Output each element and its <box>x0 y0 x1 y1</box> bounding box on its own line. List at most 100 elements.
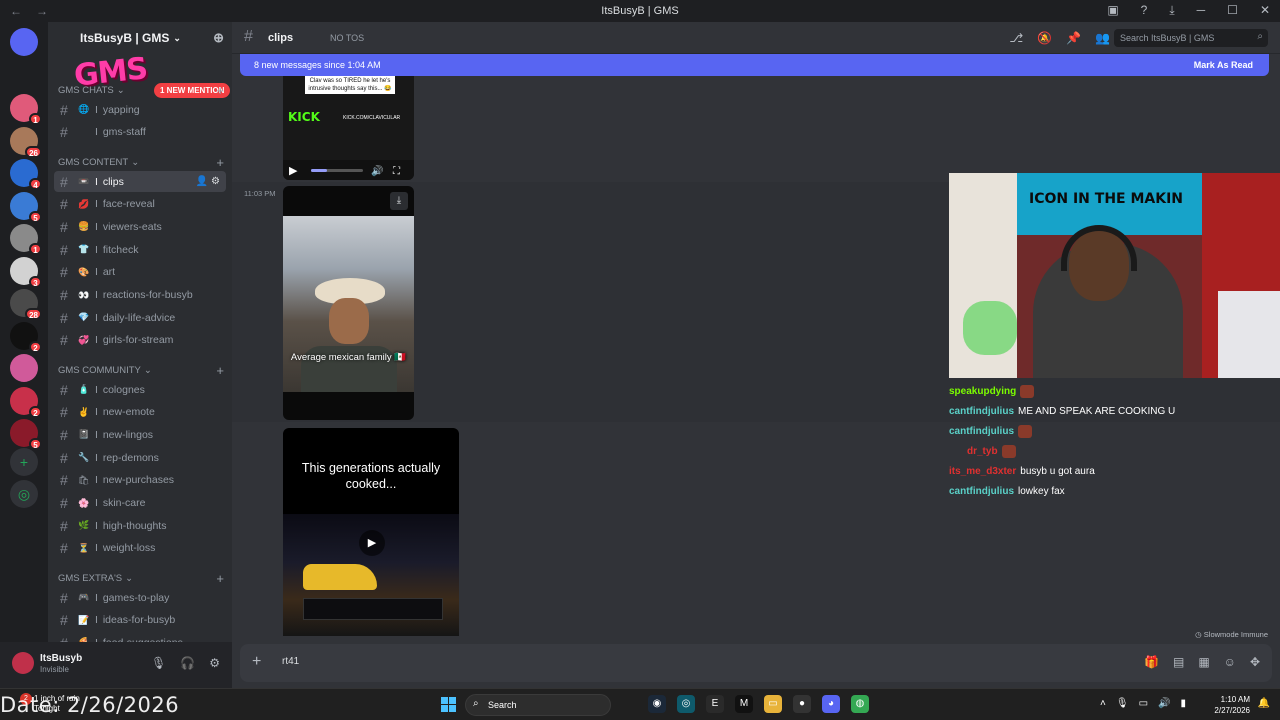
channel-topic[interactable]: NO TOS <box>330 33 364 43</box>
server-icon[interactable]: 1 <box>10 94 42 125</box>
sidebar-item-new-lingos[interactable]: # 📓 I new-lingos <box>54 424 226 445</box>
video-attachment[interactable]: This generations actually cooked... ▶ <box>283 428 459 636</box>
settings-gear-icon[interactable]: ⚙ <box>209 656 220 670</box>
close-button[interactable]: ✕ <box>1260 3 1270 18</box>
epic-games-icon[interactable]: E <box>706 695 724 713</box>
minimize-button[interactable]: ─ <box>1197 3 1206 18</box>
volume-icon[interactable]: 🔊 <box>1158 698 1170 709</box>
browser-icon[interactable]: ◎ <box>677 695 695 713</box>
server-icon[interactable]: 2 <box>10 386 42 418</box>
headphones-icon[interactable]: 🎧 <box>180 656 195 670</box>
fullscreen-icon[interactable]: ⛶ <box>393 166 400 177</box>
sidebar-item-new-emote[interactable]: # ✌ I new-emote <box>54 402 226 423</box>
sidebar-item-colognes[interactable]: # 🧴 I colognes <box>54 379 226 400</box>
network-icon[interactable]: ▭ <box>1139 698 1148 709</box>
server-icon[interactable]: 1 <box>10 224 42 255</box>
avatar[interactable] <box>12 652 34 674</box>
discord-icon[interactable]: ◕ <box>822 695 840 713</box>
threads-icon[interactable]: ⎇ <box>1009 31 1023 45</box>
sidebar-item-new-purchases[interactable]: # 🛍 I new-purchases <box>54 470 226 491</box>
attach-plus-icon[interactable]: + <box>252 653 261 671</box>
capcut-icon[interactable]: M <box>735 695 753 713</box>
sidebar-item-high-thoughts[interactable]: # 🌿 I high-thoughts <box>54 515 226 536</box>
sidebar-item-art[interactable]: # 🎨 I art <box>54 262 226 283</box>
pin-icon[interactable]: 📌 <box>1066 31 1081 45</box>
sidebar-item-games-to-play[interactable]: # 🎮 I games-to-play <box>54 587 226 608</box>
username[interactable]: ItsBusyb <box>40 653 82 664</box>
guild-header[interactable]: ItsBusyB | GMS ⌄ ⊕ <box>48 22 232 54</box>
discord-home-icon[interactable] <box>10 28 38 56</box>
server-icon[interactable]: 4 <box>10 159 42 190</box>
maximize-button[interactable]: ☐ <box>1227 3 1238 18</box>
volume-icon[interactable]: 🔊 <box>371 166 383 177</box>
search-input[interactable]: Search ItsBusyB | GMS ⌕ <box>1114 29 1268 47</box>
taskbar-search[interactable]: ⌕ Search <box>465 694 611 716</box>
steam-icon[interactable]: ◉ <box>648 695 666 713</box>
sidebar-item-daily-life-advice[interactable]: # 💎 I daily-life-advice <box>54 307 226 328</box>
mark-as-read-button[interactable]: Mark As Read <box>1194 60 1253 70</box>
sidebar-item-viewers-eats[interactable]: # 🍔 I viewers-eats <box>54 216 226 237</box>
message-input[interactable] <box>282 656 1082 667</box>
notification-bell-icon[interactable]: 🔔 <box>1258 698 1270 709</box>
sidebar-item-ideas-for-busyb[interactable]: # 📝 I ideas-for-busyb <box>54 610 226 631</box>
video-attachment[interactable]: Clav was so TIRED he let he's intrusive … <box>283 76 414 180</box>
sticker-icon[interactable]: ▦ <box>1198 655 1209 669</box>
server-icon[interactable]: 5 <box>10 419 42 450</box>
sidebar-item-gms-staff[interactable]: # I gms-staff <box>54 122 226 143</box>
microphone-icon[interactable]: 🎙 <box>1116 698 1129 709</box>
gift-icon[interactable]: 🎁 <box>1144 655 1159 669</box>
sidebar-item-fitcheck[interactable]: # 👕 I fitcheck <box>54 239 226 260</box>
sidebar-item-girls-for-stream[interactable]: # 💞 I girls-for-stream <box>54 330 226 351</box>
server-icon[interactable] <box>10 354 38 382</box>
sidebar-item-yapping[interactable]: # 🌐 I yapping <box>54 99 226 120</box>
microphone-icon[interactable]: 🎙 <box>151 656 166 670</box>
play-icon[interactable]: ▶ <box>359 530 385 556</box>
taskbar-clock[interactable]: 1:10 AM 2/27/2026 <box>1214 694 1250 716</box>
gif-icon[interactable]: ▤ <box>1173 655 1184 669</box>
new-messages-bar[interactable]: 8 new messages since 1:04 AM Mark As Rea… <box>240 54 1269 76</box>
taskbar-search-label: Search <box>488 700 517 710</box>
channel-settings-icon[interactable]: 👤 ⚙ <box>196 176 220 187</box>
server-icon[interactable]: 28 <box>10 289 42 320</box>
video-attachment[interactable]: Average mexican family 🇲🇽 ⤓ <box>283 186 414 420</box>
download-icon[interactable]: ⤓ <box>1169 3 1174 18</box>
sidebar-item-weight-loss[interactable]: # ⏳ I weight-loss <box>54 538 226 559</box>
sidebar-item-rep-demons[interactable]: # 🔧 I rep-demons <box>54 447 226 468</box>
sidebar-item-skin-care[interactable]: # 🌸 I skin-care <box>54 493 226 514</box>
add-server-button[interactable]: + <box>10 448 38 476</box>
inbox-icon[interactable]: ▣ <box>1107 3 1118 18</box>
obs-icon[interactable]: ● <box>793 695 811 713</box>
sidebar-item-reactions-for-busyb[interactable]: # 👀 I reactions-for-busyb <box>54 285 226 306</box>
window-title: ItsBusyB | GMS <box>601 5 679 17</box>
server-icon[interactable]: 2 <box>10 321 42 353</box>
create-channel-icon[interactable]: + <box>216 83 224 98</box>
create-channel-icon[interactable]: + <box>216 571 224 586</box>
category-header[interactable]: GMS EXTRA'S ⌄ + <box>58 571 230 586</box>
battery-icon[interactable]: ▮ <box>1180 698 1186 709</box>
file-explorer-icon[interactable]: ▭ <box>764 695 782 713</box>
notification-bell-icon[interactable]: 🔕 <box>1037 31 1052 45</box>
server-icon[interactable]: 5 <box>10 191 42 223</box>
help-icon[interactable]: ? <box>1141 3 1148 18</box>
create-channel-icon[interactable]: + <box>216 155 224 170</box>
category-header[interactable]: GMS COMMUNITY ⌄ + <box>58 363 230 378</box>
emoji-icon[interactable]: ☺ <box>1224 655 1236 669</box>
play-icon[interactable]: ▶ <box>289 164 297 177</box>
video-progress[interactable] <box>311 169 363 172</box>
apps-icon[interactable]: ✥ <box>1250 655 1260 669</box>
sidebar-item-face-reveal[interactable]: # 💋 I face-reveal <box>54 194 226 215</box>
sidebar-item-food-suggestions[interactable]: #🍕I food-suggestions <box>54 632 226 642</box>
server-icon[interactable]: 3 <box>10 256 42 288</box>
category-header[interactable]: GMS CONTENT ⌄ + <box>58 155 230 170</box>
windows-start-icon[interactable] <box>441 697 456 712</box>
chrome-icon[interactable]: ◍ <box>851 695 869 713</box>
download-icon[interactable]: ⤓ <box>390 192 408 210</box>
chevron-up-icon[interactable]: ˄ <box>1100 698 1106 709</box>
server-icon[interactable]: 26 <box>10 126 42 158</box>
member-list-icon[interactable]: 👥 <box>1095 31 1110 45</box>
create-channel-icon[interactable]: + <box>216 363 224 378</box>
discover-icon[interactable]: ◎ <box>10 480 38 508</box>
sidebar-item-clips[interactable]: # 📼 I clips 👤 ⚙ <box>54 171 226 192</box>
category-header[interactable]: GMS CHATS ⌄ + <box>58 83 230 98</box>
invite-people-icon[interactable]: ⊕ <box>213 30 224 46</box>
